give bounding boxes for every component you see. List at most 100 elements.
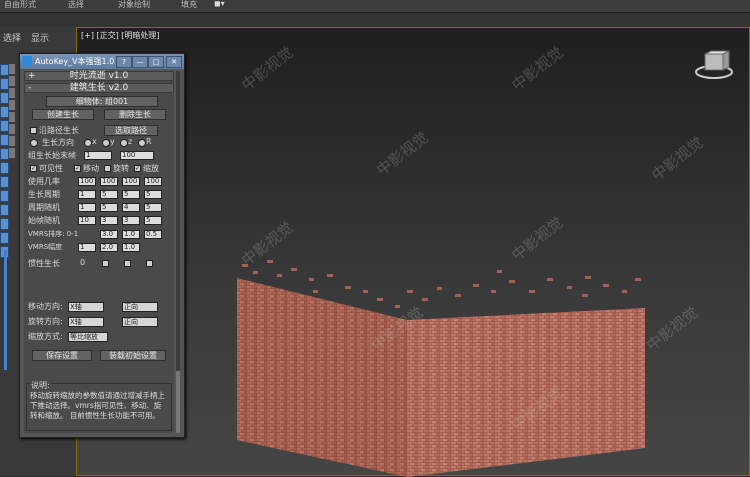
- cycle-random-input[interactable]: 4: [122, 203, 140, 212]
- explorer-icon[interactable]: [9, 148, 15, 158]
- inertia-checkbox-3[interactable]: [146, 260, 153, 267]
- explorer-icon-column-2: [9, 64, 17, 160]
- inertia-checkbox-2[interactable]: [124, 260, 131, 267]
- explorer-icon[interactable]: [9, 112, 15, 122]
- explorer-icon[interactable]: [9, 64, 15, 74]
- cycle-random-input[interactable]: 5: [100, 203, 118, 212]
- tab-select[interactable]: 选择: [3, 31, 21, 44]
- group-object-button[interactable]: 细物体: 组001: [46, 96, 158, 107]
- close-button[interactable]: ✕: [166, 56, 182, 68]
- load-defaults-button[interactable]: 装载初始设置: [100, 350, 166, 361]
- move-direction-dropdown[interactable]: 正向: [122, 302, 158, 312]
- panel-scrollbar[interactable]: [176, 71, 180, 433]
- move-checkbox[interactable]: ✓: [74, 165, 81, 172]
- start-random-input[interactable]: 3: [100, 216, 118, 225]
- explorer-icon[interactable]: [0, 134, 9, 146]
- explorer-icon[interactable]: [0, 176, 9, 188]
- explorer-icon[interactable]: [9, 88, 15, 98]
- vmrs-sort-input[interactable]: 3.0: [100, 230, 118, 239]
- cycle-random-label: 周期随机: [28, 203, 60, 212]
- menu-populate[interactable]: 填充: [181, 0, 197, 10]
- direction-radio-r[interactable]: [138, 139, 146, 147]
- direction-radio-z[interactable]: [120, 139, 128, 147]
- viewcube-icon[interactable]: [694, 50, 734, 82]
- cycle-input[interactable]: 1: [78, 190, 96, 199]
- minimize-button[interactable]: —: [132, 56, 148, 68]
- usage-input[interactable]: 100: [122, 177, 140, 186]
- panel-body: + 时光流逝 v1.0 - 建筑生长 v2.0 细物体: 组001 创建生长 删除生…: [24, 71, 174, 433]
- vmrs-amplitude-input[interactable]: 2.0: [100, 243, 118, 252]
- inertia-label: 惯性生长: [28, 259, 60, 268]
- autokey-plugin-window[interactable]: AutoKey_V本强强1.0 ? — □ ✕ + 时光流逝 v1.0 - 建筑生长…: [19, 53, 185, 438]
- vmrs-amplitude-input[interactable]: 1.0: [122, 243, 140, 252]
- explorer-icon[interactable]: [0, 120, 9, 132]
- start-frame-input[interactable]: 1: [84, 151, 112, 160]
- explorer-icon[interactable]: [0, 64, 9, 76]
- expand-icon: +: [28, 71, 36, 81]
- start-random-input[interactable]: 3: [122, 216, 140, 225]
- path-growth-checkbox[interactable]: [30, 127, 37, 134]
- create-growth-button[interactable]: 创建生长: [32, 109, 94, 120]
- explorer-icon[interactable]: [0, 218, 9, 230]
- explorer-icon[interactable]: [9, 136, 15, 146]
- menu-select[interactable]: 选择: [68, 0, 84, 10]
- end-frame-input[interactable]: 100: [120, 151, 154, 160]
- vmrs-sort-input[interactable]: 0.5: [144, 230, 162, 239]
- vmrs-sort-input[interactable]: 1.0: [122, 230, 140, 239]
- app-logo-icon: [22, 56, 32, 66]
- explorer-icon[interactable]: [0, 78, 9, 90]
- start-random-input[interactable]: 10: [78, 216, 96, 225]
- inertia-value[interactable]: 0: [80, 258, 85, 267]
- usage-input[interactable]: 100: [144, 177, 162, 186]
- section-title: 建筑生长 v2.0: [69, 83, 129, 93]
- scale-checkbox[interactable]: ✓: [134, 165, 141, 172]
- direction-radio-y[interactable]: [102, 139, 110, 147]
- help-button[interactable]: ?: [116, 56, 132, 68]
- section-time-lapse[interactable]: + 时光流逝 v1.0: [24, 71, 174, 81]
- move-axis-dropdown[interactable]: X轴: [68, 302, 104, 312]
- explorer-icon[interactable]: [9, 124, 15, 134]
- rotate-direction-dropdown[interactable]: 正向: [122, 317, 158, 327]
- explorer-icon[interactable]: [0, 92, 9, 104]
- explorer-icon[interactable]: [0, 148, 9, 160]
- explorer-icon[interactable]: [9, 100, 15, 110]
- scale-mode-dropdown[interactable]: 等比缩放: [68, 332, 108, 342]
- tab-display[interactable]: 显示: [31, 31, 49, 44]
- rotate-axis-dropdown[interactable]: X轴: [68, 317, 104, 327]
- usage-input[interactable]: 100: [78, 177, 96, 186]
- window-titlebar[interactable]: AutoKey_V本强强1.0 ? — □ ✕: [20, 54, 184, 69]
- section-building-growth[interactable]: - 建筑生长 v2.0: [24, 83, 174, 93]
- rotate-checkbox[interactable]: [104, 165, 111, 172]
- menu-freeform[interactable]: 自由形式: [4, 0, 36, 10]
- inertia-checkbox-1[interactable]: [102, 260, 109, 267]
- visibility-checkbox[interactable]: ✓: [30, 165, 37, 172]
- camera-icon[interactable]: ◼▾: [214, 0, 225, 8]
- explorer-scrollbar[interactable]: [4, 250, 7, 370]
- direction-r-label: R: [146, 137, 152, 146]
- pick-path-button[interactable]: 选取路径: [104, 125, 158, 136]
- explorer-icon[interactable]: [0, 190, 9, 202]
- cycle-input[interactable]: 5: [144, 190, 162, 199]
- cycle-input[interactable]: 5: [122, 190, 140, 199]
- save-settings-button[interactable]: 保存设置: [32, 350, 92, 361]
- explorer-icon[interactable]: [0, 204, 9, 216]
- explorer-icon[interactable]: [0, 232, 9, 244]
- start-random-label: 始帧随机: [28, 216, 60, 225]
- usage-input[interactable]: 100: [100, 177, 118, 186]
- explorer-icon[interactable]: [9, 76, 15, 86]
- wall-left: [237, 278, 407, 477]
- maximize-button[interactable]: □: [148, 56, 164, 68]
- menu-object-paint[interactable]: 对象绘制: [118, 0, 150, 10]
- cycle-random-input[interactable]: 5: [144, 203, 162, 212]
- direction-y-label: y: [110, 137, 115, 146]
- explorer-icon[interactable]: [0, 162, 9, 174]
- cycle-random-input[interactable]: 1: [78, 203, 96, 212]
- direction-radio-x[interactable]: [84, 139, 92, 147]
- start-random-input[interactable]: 5: [144, 216, 162, 225]
- scrollbar-thumb[interactable]: [176, 371, 180, 433]
- cycle-input[interactable]: 5: [100, 190, 118, 199]
- direction-radio-neg[interactable]: [30, 139, 38, 147]
- explorer-icon[interactable]: [0, 106, 9, 118]
- delete-growth-button[interactable]: 删除生长: [104, 109, 166, 120]
- vmrs-amplitude-input[interactable]: 1: [78, 243, 96, 252]
